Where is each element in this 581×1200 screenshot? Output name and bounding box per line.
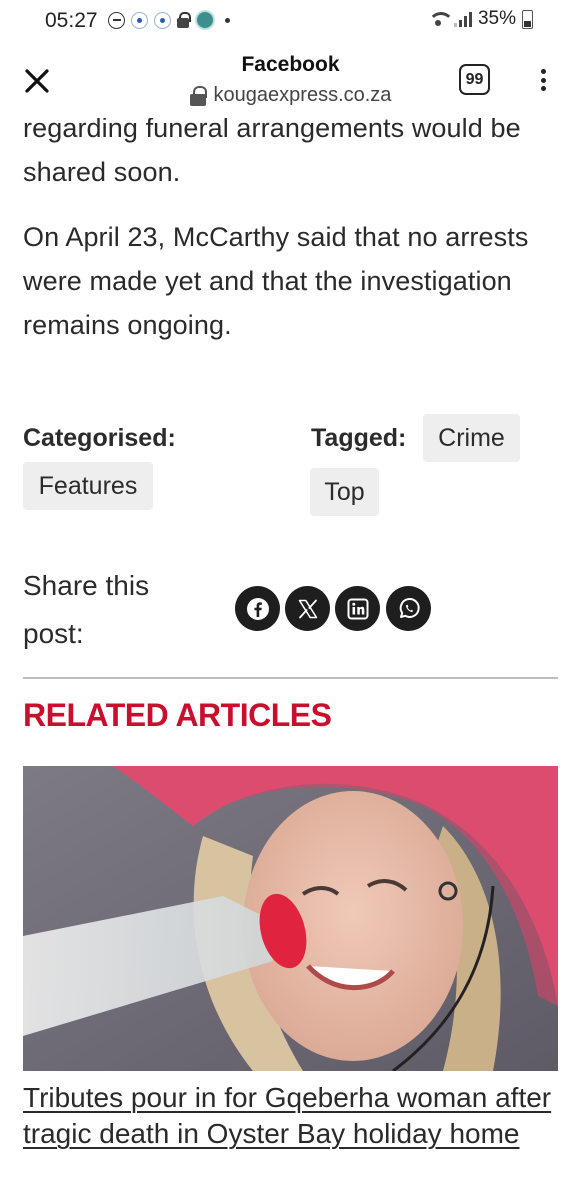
browser-header: Facebook kougaexpress.co.za 99 [0, 40, 581, 118]
related-article-image[interactable] [23, 766, 558, 1071]
url-display[interactable]: kougaexpress.co.za [0, 84, 581, 107]
notification-dot-icon [154, 11, 171, 29]
share-whatsapp-button[interactable] [386, 586, 431, 631]
x-icon [298, 599, 317, 618]
tab-count-button[interactable]: 99 [459, 64, 490, 95]
status-icons-right: 35% [428, 8, 533, 30]
whatsapp-icon [399, 597, 420, 618]
article-paragraph: On April 23, McCarthy said that no arres… [23, 222, 529, 340]
category-chip-features[interactable]: Features [23, 462, 153, 510]
battery-percent: 35% [477, 8, 516, 29]
share-label: Share this post: [23, 570, 150, 649]
lock-icon [189, 85, 207, 106]
more-options-button[interactable] [533, 66, 553, 94]
status-icons-left [108, 8, 230, 32]
url-text: kougaexpress.co.za [213, 84, 392, 106]
tag-chip-top[interactable]: Top [310, 468, 379, 516]
share-linkedin-button[interactable] [335, 586, 380, 631]
related-article-title-link[interactable]: Tributes pour in for Gqeberha woman afte… [23, 1080, 563, 1152]
tree-app-icon [195, 10, 215, 30]
signal-icon [453, 11, 472, 27]
tag-chip-crime[interactable]: Crime [423, 414, 520, 462]
status-bar: 05:27 35% [0, 0, 581, 40]
photo-illustration [23, 766, 558, 1071]
tagged-label: Tagged: [311, 424, 407, 452]
categorised-label: Categorised: [23, 424, 176, 452]
facebook-icon [246, 597, 269, 620]
more-vert-icon [540, 69, 546, 74]
article-paragraph: regarding funeral arrangements would be … [23, 113, 521, 187]
lock-icon [177, 12, 191, 28]
wifi-icon [428, 11, 448, 27]
more-dot-icon [225, 17, 230, 23]
section-divider [23, 677, 558, 679]
page-source-title: Facebook [241, 53, 340, 76]
battery-icon [522, 9, 533, 29]
notification-dot-icon [131, 11, 148, 29]
share-x-button[interactable] [285, 586, 330, 631]
do-not-disturb-icon [108, 11, 125, 29]
status-time: 05:27 [45, 9, 98, 32]
share-facebook-button[interactable] [235, 586, 280, 631]
related-articles-heading: RELATED ARTICLES [23, 697, 332, 733]
linkedin-icon [347, 598, 368, 619]
